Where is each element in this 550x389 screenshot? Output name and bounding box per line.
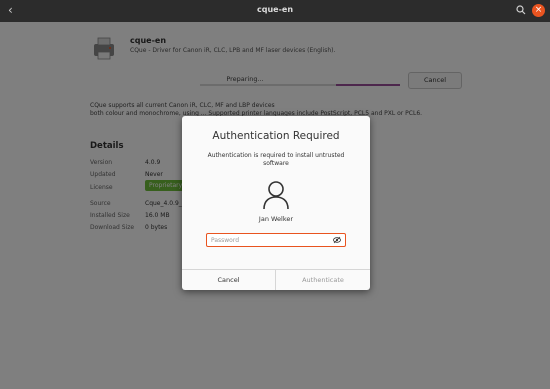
authentication-dialog: Authentication Required Authentication i… (182, 116, 370, 290)
window-titlebar: ‹ cque-en × (0, 0, 550, 22)
dialog-title: Authentication Required (212, 130, 340, 142)
user-name: Jan Welker (258, 215, 294, 223)
password-field[interactable] (206, 233, 346, 247)
close-icon[interactable]: × (532, 4, 545, 17)
dialog-footer: Cancel Authenticate (182, 269, 370, 290)
dialog-message: Authentication is required to install un… (207, 152, 345, 167)
search-icon[interactable] (516, 5, 526, 15)
password-input[interactable] (211, 234, 329, 246)
dialog-cancel-button[interactable]: Cancel (182, 270, 276, 290)
window-title: cque-en (256, 5, 294, 14)
eye-icon[interactable] (333, 236, 341, 244)
user-avatar-icon (263, 181, 289, 210)
authenticate-button[interactable]: Authenticate (276, 270, 370, 290)
